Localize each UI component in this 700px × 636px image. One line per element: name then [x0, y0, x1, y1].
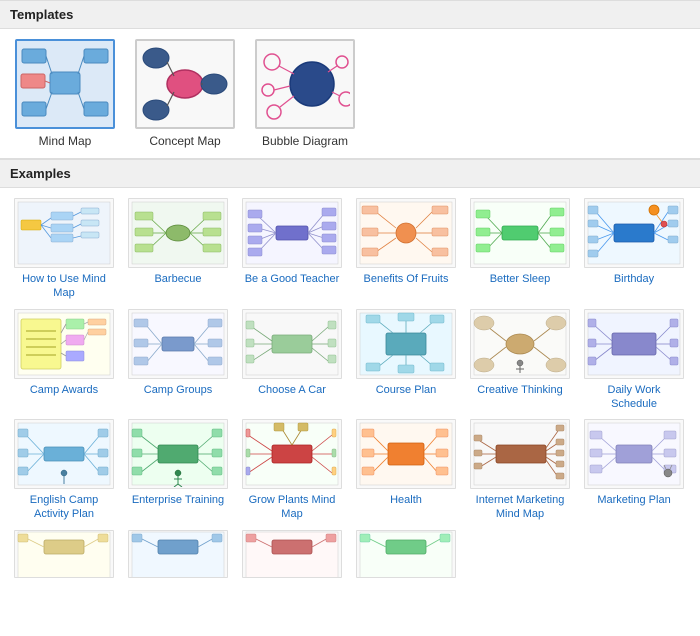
example-how-to-use[interactable]: How to Use Mind Map — [10, 198, 118, 301]
example-how-to-use-label: How to Use Mind Map — [14, 272, 114, 301]
example-barbecue-thumb — [128, 198, 228, 268]
example-camp-groups-label: Camp Groups — [144, 383, 212, 397]
example-creative-thinking-label: Creative Thinking — [477, 383, 562, 397]
template-mind-map[interactable]: Mind Map — [10, 39, 120, 148]
example-birthday-label: Birthday — [614, 272, 654, 286]
example-grow-plants-thumb — [242, 419, 342, 489]
example-daily-work-schedule[interactable]: Daily Work Schedule — [580, 309, 688, 412]
example-better-sleep[interactable]: Better Sleep — [466, 198, 574, 301]
example-camp-awards[interactable]: Camp Awards — [10, 309, 118, 412]
example-health-label: Health — [390, 493, 422, 507]
example-partial-4-thumb — [356, 530, 456, 578]
examples-grid: How to Use Mind Map — [10, 198, 690, 580]
example-creative-thinking-thumb — [470, 309, 570, 379]
template-bubble-diagram[interactable]: Bubble Diagram — [250, 39, 360, 148]
template-bubble-diagram-thumb — [255, 39, 355, 129]
example-better-sleep-thumb — [470, 198, 570, 268]
templates-section-header: Templates — [0, 0, 700, 29]
example-daily-work-schedule-label: Daily Work Schedule — [584, 383, 684, 412]
example-english-camp-thumb — [14, 419, 114, 489]
templates-grid: Mind Map Concept Map — [10, 39, 690, 148]
example-grow-plants[interactable]: Grow Plants Mind Map — [238, 419, 346, 522]
example-camp-awards-label: Camp Awards — [30, 383, 98, 397]
example-internet-marketing-thumb — [470, 419, 570, 489]
template-concept-map-label: Concept Map — [149, 134, 220, 148]
example-good-teacher[interactable]: Be a Good Teacher — [238, 198, 346, 301]
template-concept-map-thumb — [135, 39, 235, 129]
template-mind-map-thumb — [15, 39, 115, 129]
example-camp-groups-thumb — [128, 309, 228, 379]
examples-section-header: Examples — [0, 159, 700, 188]
example-enterprise-training-thumb — [128, 419, 228, 489]
templates-section: Mind Map Concept Map — [0, 29, 700, 159]
example-good-teacher-thumb — [242, 198, 342, 268]
examples-section: How to Use Mind Map — [0, 188, 700, 590]
template-concept-map[interactable]: Concept Map — [130, 39, 240, 148]
example-marketing-plan-thumb — [584, 419, 684, 489]
template-bubble-diagram-label: Bubble Diagram — [262, 134, 348, 148]
example-birthday[interactable]: Birthday — [580, 198, 688, 301]
example-internet-marketing-label: Internet Marketing Mind Map — [470, 493, 570, 522]
example-enterprise-training-label: Enterprise Training — [132, 493, 224, 507]
example-partial-3-thumb — [242, 530, 342, 578]
example-choose-a-car[interactable]: Choose A Car — [238, 309, 346, 412]
example-barbecue[interactable]: Barbecue — [124, 198, 232, 301]
example-course-plan-label: Course Plan — [376, 383, 437, 397]
example-partial-2-thumb — [128, 530, 228, 578]
example-partial-1[interactable] — [10, 530, 118, 580]
example-marketing-plan-label: Marketing Plan — [597, 493, 670, 507]
example-benefits-fruits[interactable]: Benefits Of Fruits — [352, 198, 460, 301]
example-choose-a-car-thumb — [242, 309, 342, 379]
example-barbecue-label: Barbecue — [154, 272, 201, 286]
example-better-sleep-label: Better Sleep — [490, 272, 551, 286]
template-mind-map-label: Mind Map — [39, 134, 92, 148]
example-partial-4[interactable] — [352, 530, 460, 580]
example-enterprise-training[interactable]: Enterprise Training — [124, 419, 232, 522]
example-camp-awards-thumb — [14, 309, 114, 379]
example-benefits-fruits-label: Benefits Of Fruits — [364, 272, 449, 286]
example-grow-plants-label: Grow Plants Mind Map — [242, 493, 342, 522]
example-camp-groups[interactable]: Camp Groups — [124, 309, 232, 412]
example-health-thumb — [356, 419, 456, 489]
example-english-camp-label: English Camp Activity Plan — [14, 493, 114, 522]
example-benefits-fruits-thumb — [356, 198, 456, 268]
example-birthday-thumb — [584, 198, 684, 268]
example-course-plan[interactable]: Course Plan — [352, 309, 460, 412]
example-choose-a-car-label: Choose A Car — [258, 383, 326, 397]
example-marketing-plan[interactable]: Marketing Plan — [580, 419, 688, 522]
example-partial-3[interactable] — [238, 530, 346, 580]
example-creative-thinking[interactable]: Creative Thinking — [466, 309, 574, 412]
example-partial-2[interactable] — [124, 530, 232, 580]
example-daily-work-schedule-thumb — [584, 309, 684, 379]
example-course-plan-thumb — [356, 309, 456, 379]
example-how-to-use-thumb — [14, 198, 114, 268]
example-health[interactable]: Health — [352, 419, 460, 522]
example-partial-1-thumb — [14, 530, 114, 578]
example-english-camp[interactable]: English Camp Activity Plan — [10, 419, 118, 522]
example-internet-marketing[interactable]: Internet Marketing Mind Map — [466, 419, 574, 522]
example-good-teacher-label: Be a Good Teacher — [245, 272, 340, 286]
